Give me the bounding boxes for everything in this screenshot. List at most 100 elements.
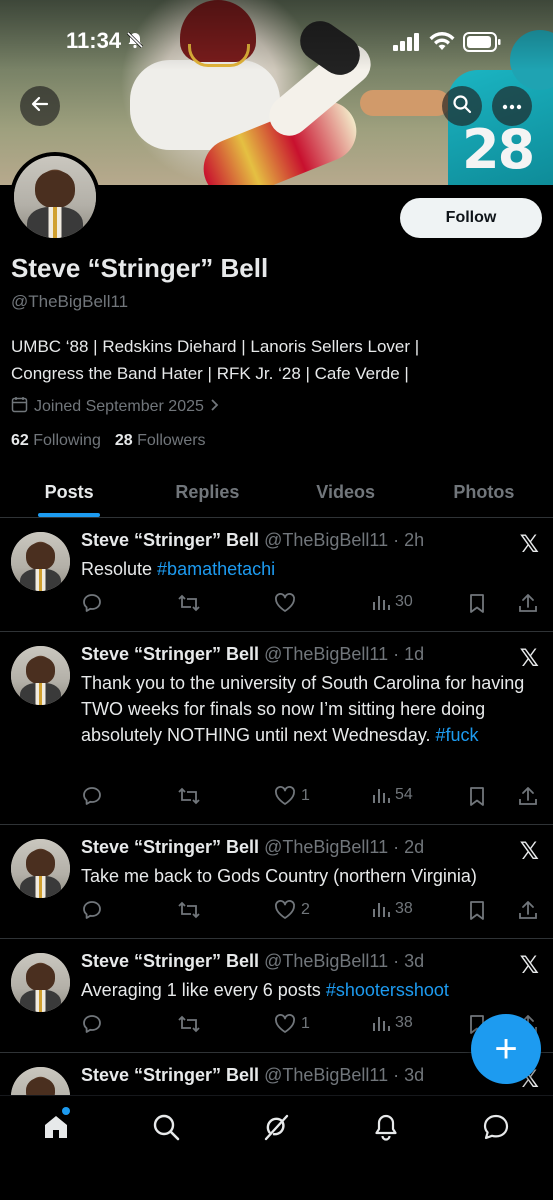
bookmark-icon xyxy=(467,592,487,614)
heart-icon xyxy=(273,592,297,614)
follow-button[interactable]: Follow xyxy=(400,198,542,238)
post-avatar[interactable] xyxy=(11,953,70,1012)
share-icon xyxy=(517,899,539,921)
followers-count: 28 xyxy=(114,432,133,449)
nav-home[interactable] xyxy=(41,1112,71,1142)
post-hashtag[interactable]: #bamathetachi xyxy=(157,559,275,579)
like-count: 2 xyxy=(301,901,310,918)
reply-button[interactable] xyxy=(81,785,103,807)
post-actions: 30 xyxy=(81,592,541,616)
post-item[interactable]: Steve “Stringer” Bell @TheBigBell11 · 3d… xyxy=(0,939,553,1053)
like-button[interactable]: 2 xyxy=(273,899,310,921)
post-meta: @TheBigBell11 · 1d xyxy=(264,644,425,664)
views-button[interactable]: 54 xyxy=(371,785,413,805)
heart-icon xyxy=(273,899,297,921)
profile-tabs: Posts Replies Videos Photos xyxy=(0,468,553,518)
post-item[interactable]: Steve “Stringer” Bell @TheBigBell11 · 2d… xyxy=(0,825,553,939)
post-author-name[interactable]: Steve “Stringer” Bell xyxy=(81,644,259,664)
views-icon xyxy=(371,899,391,919)
like-button[interactable]: 1 xyxy=(273,1013,310,1035)
post-avatar[interactable] xyxy=(11,839,70,898)
repost-button[interactable] xyxy=(177,592,201,614)
like-button[interactable] xyxy=(273,592,301,614)
bell-off-icon xyxy=(126,31,144,54)
nav-grok[interactable] xyxy=(261,1112,291,1142)
following-link[interactable]: 62 Following xyxy=(11,432,101,450)
bookmark-button[interactable] xyxy=(467,592,487,614)
more-button[interactable] xyxy=(492,86,532,126)
following-count: 62 xyxy=(11,432,29,449)
compose-button[interactable]: + xyxy=(471,1014,541,1084)
tab-videos[interactable]: Videos xyxy=(277,468,415,517)
nav-search[interactable] xyxy=(151,1112,181,1142)
chevron-right-icon xyxy=(210,398,220,417)
post-header: Steve “Stringer” Bell @TheBigBell11 · 2d xyxy=(81,837,424,858)
bio-line: UMBC ‘88 | Redskins Diehard | Lanoris Se… xyxy=(11,337,420,356)
post-body: Resolute xyxy=(81,559,158,579)
home-icon xyxy=(41,1116,71,1146)
post-author-name[interactable]: Steve “Stringer” Bell xyxy=(81,951,259,971)
post-item[interactable]: Steve “Stringer” Bell @TheBigBell11 · 1d… xyxy=(0,632,553,825)
share-button[interactable] xyxy=(517,592,539,614)
battery-icon xyxy=(463,32,501,57)
share-icon xyxy=(517,785,539,807)
search-icon xyxy=(452,94,472,119)
banner-arm xyxy=(360,90,450,116)
post-author-name[interactable]: Steve “Stringer” Bell xyxy=(81,530,259,550)
post-header: Steve “Stringer” Bell @TheBigBell11 · 1d xyxy=(81,644,424,665)
views-icon xyxy=(371,1013,391,1033)
joined-date[interactable]: Joined September 2025 xyxy=(11,396,220,418)
nav-messages[interactable] xyxy=(481,1112,511,1142)
repost-icon xyxy=(177,785,201,807)
bookmark-icon xyxy=(467,899,487,921)
profile-bio: UMBC ‘88 | Redskins Diehard | Lanoris Se… xyxy=(11,333,531,387)
reply-button[interactable] xyxy=(81,899,103,921)
post-avatar[interactable] xyxy=(11,532,70,591)
status-icons xyxy=(393,32,501,57)
following-label: Following xyxy=(33,432,101,449)
post-author-name[interactable]: Steve “Stringer” Bell xyxy=(81,837,259,857)
view-count: 30 xyxy=(395,593,413,610)
heart-icon xyxy=(273,1013,297,1035)
repost-button[interactable] xyxy=(177,1013,201,1035)
like-count: 1 xyxy=(301,787,310,804)
post-meta: @TheBigBell11 · 3d xyxy=(264,951,425,971)
reply-icon xyxy=(81,1013,103,1035)
back-button[interactable] xyxy=(20,86,60,126)
repost-icon xyxy=(177,1013,201,1035)
x-logo-icon: 𝕏 xyxy=(519,530,539,558)
post-item[interactable]: Steve “Stringer” Bell @TheBigBell11 · 2h… xyxy=(0,518,553,632)
repost-icon xyxy=(177,592,201,614)
followers-link[interactable]: 28 Followers xyxy=(115,432,206,450)
followers-label: Followers xyxy=(137,432,206,449)
plus-icon: + xyxy=(494,1026,518,1071)
tab-photos[interactable]: Photos xyxy=(415,468,553,517)
views-button[interactable]: 30 xyxy=(371,592,413,612)
repost-button[interactable] xyxy=(177,899,201,921)
reply-button[interactable] xyxy=(81,592,103,614)
avatar-image xyxy=(11,646,70,705)
bookmark-button[interactable] xyxy=(467,785,487,807)
reply-button[interactable] xyxy=(81,1013,103,1035)
profile-avatar[interactable] xyxy=(10,152,100,242)
views-button[interactable]: 38 xyxy=(371,899,413,919)
notifications-icon xyxy=(371,1114,401,1146)
post-author-name[interactable]: Steve “Stringer” Bell xyxy=(81,1065,259,1085)
joined-label: Joined September 2025 xyxy=(34,398,204,415)
bottom-nav xyxy=(0,1095,553,1200)
views-button[interactable]: 38 xyxy=(371,1013,413,1033)
post-avatar[interactable] xyxy=(11,646,70,705)
post-hashtag[interactable]: #fuck xyxy=(436,725,479,745)
tab-replies[interactable]: Replies xyxy=(138,468,276,517)
calendar-icon xyxy=(11,396,28,418)
search-button[interactable] xyxy=(442,86,482,126)
repost-button[interactable] xyxy=(177,785,201,807)
tab-posts[interactable]: Posts xyxy=(0,468,138,517)
avatar-image xyxy=(11,532,70,591)
share-button[interactable] xyxy=(517,785,539,807)
nav-notifications[interactable] xyxy=(371,1112,401,1142)
bookmark-button[interactable] xyxy=(467,899,487,921)
share-button[interactable] xyxy=(517,899,539,921)
like-button[interactable]: 1 xyxy=(273,785,310,807)
post-hashtag[interactable]: #shootersshoot xyxy=(326,980,449,1000)
